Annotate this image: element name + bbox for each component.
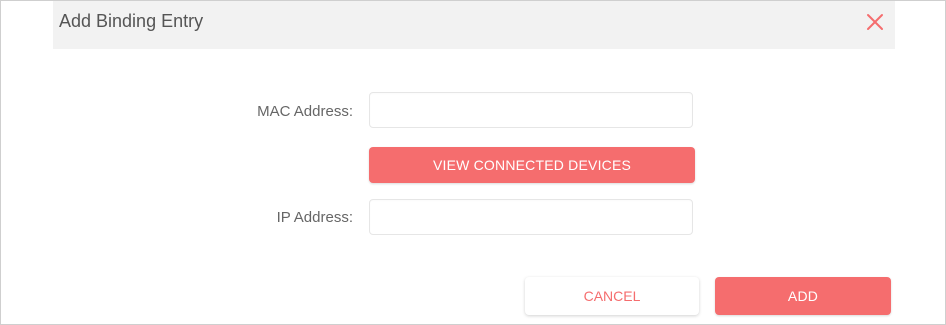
add-binding-dialog: Add Binding Entry MAC Address: VIEW CONN… bbox=[53, 1, 895, 323]
dialog-title: Add Binding Entry bbox=[59, 11, 204, 31]
ip-address-label: IP Address: bbox=[276, 209, 353, 226]
add-button[interactable]: ADD bbox=[715, 277, 891, 315]
ip-address-input[interactable] bbox=[370, 200, 692, 234]
mac-address-field[interactable] bbox=[369, 92, 693, 128]
mac-address-label: MAC Address: bbox=[257, 103, 353, 120]
cancel-button[interactable]: CANCEL bbox=[525, 277, 699, 315]
close-icon[interactable] bbox=[865, 12, 885, 32]
dialog-header: Add Binding Entry bbox=[53, 1, 895, 49]
mac-address-input[interactable] bbox=[370, 93, 692, 127]
window-frame: Add Binding Entry MAC Address: VIEW CONN… bbox=[0, 0, 946, 325]
ip-address-field[interactable] bbox=[369, 199, 693, 235]
view-connected-devices-button[interactable]: VIEW CONNECTED DEVICES bbox=[369, 147, 695, 183]
